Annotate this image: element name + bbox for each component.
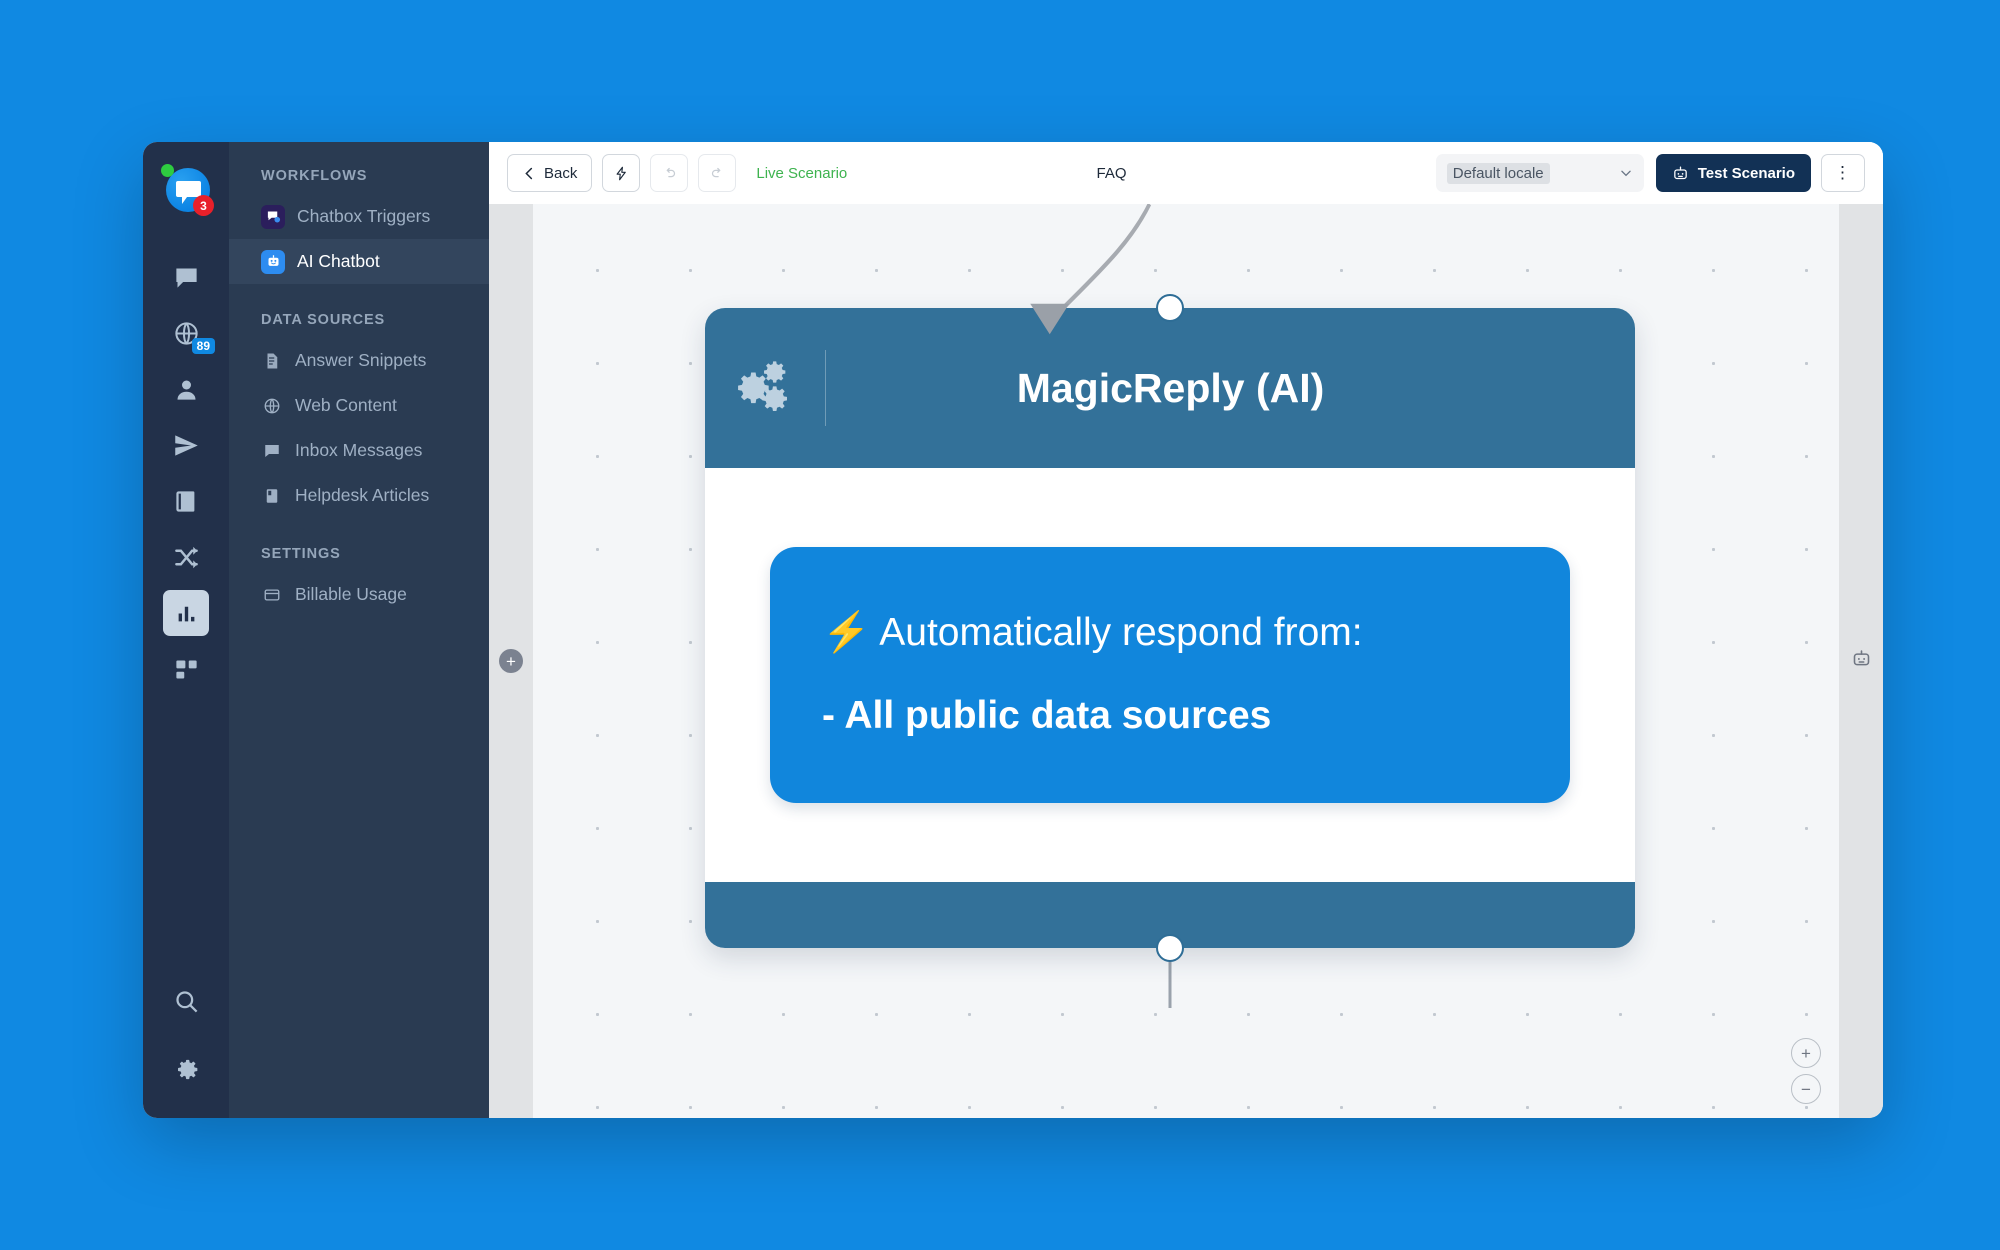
node-title: MagicReply (AI) [1016, 364, 1325, 411]
send-icon[interactable] [163, 422, 209, 468]
kebab-icon: ⋮ [1834, 163, 1852, 182]
message-bubble[interactable]: ⚡ Automatically respond from: - All publ… [770, 547, 1570, 803]
nav-section-workflows-title: WORKFLOWS [261, 168, 368, 184]
toolbar-center: FAQ [847, 165, 1435, 182]
status-badge: Live Scenario [756, 164, 848, 182]
zoom-in-button[interactable]: + [1791, 1038, 1821, 1068]
search-icon[interactable] [163, 978, 209, 1024]
book-icon[interactable] [163, 478, 209, 524]
chevron-left-icon [525, 167, 533, 179]
shuffle-icon[interactable] [163, 534, 209, 580]
bar-chart-icon[interactable] [163, 590, 209, 636]
nav-panel: WORKFLOWS Chatbox Triggers AI Chatbot DA… [229, 142, 489, 1118]
robot-icon [1673, 165, 1687, 179]
online-status-dot [161, 164, 174, 177]
plus-glyph: + [499, 649, 523, 673]
nav-section-settings-title: SETTINGS [261, 546, 341, 562]
locale-select[interactable]: Default locale [1435, 154, 1644, 192]
undo-button[interactable] [650, 154, 689, 192]
redo-button[interactable] [698, 154, 737, 192]
chatbox-triggers-icon [261, 204, 285, 229]
gears-icon [705, 357, 825, 419]
sidebar-item-ai-chatbot[interactable]: AI Chatbot [229, 239, 489, 284]
document-icon [261, 350, 283, 372]
canvas-wrap: + MagicReply (AI) ⚡ Automatically respon… [489, 204, 1883, 1118]
node-input-port[interactable] [1156, 294, 1184, 322]
workflow-node-magicreply[interactable]: MagicReply (AI) ⚡ Automatically respond … [705, 308, 1635, 948]
nav-section-data-sources-title: DATA SOURCES [261, 312, 386, 328]
main-area: Back Live Scenario FAQ Default locale Te… [489, 142, 1883, 1118]
app-window: 3 89 WORKFLOWS Chatbox Triggers AI Chatb… [143, 142, 1883, 1118]
robot-icon [1851, 648, 1872, 674]
lightning-button[interactable] [602, 154, 641, 192]
ai-chatbot-icon [261, 249, 285, 274]
locale-select-value: Default locale [1446, 162, 1550, 184]
chat-icon[interactable] [163, 254, 209, 300]
notification-badge: 3 [193, 195, 214, 216]
sidebar-item-label: AI Chatbot [297, 251, 380, 271]
sidebar-item-label: Helpdesk Articles [295, 485, 430, 505]
apps-grid-icon[interactable] [163, 646, 209, 692]
redo-icon [711, 167, 721, 177]
sidebar-item-answer-snippets[interactable]: Answer Snippets [229, 338, 489, 383]
chevron-down-icon [1621, 170, 1631, 177]
back-button[interactable]: Back [507, 154, 593, 192]
undo-icon [666, 167, 675, 177]
bot-panel[interactable] [1839, 204, 1883, 1118]
sidebar-item-billable-usage[interactable]: Billable Usage [229, 572, 489, 617]
test-scenario-label: Test Scenario [1697, 164, 1795, 182]
sidebar-item-inbox-messages[interactable]: Inbox Messages [229, 428, 489, 473]
lightning-icon [616, 166, 626, 180]
workflow-canvas[interactable]: MagicReply (AI) ⚡ Automatically respond … [533, 204, 1839, 1118]
node-header: MagicReply (AI) [705, 308, 1635, 468]
globe-icon [261, 395, 283, 417]
add-node-icon: + [499, 649, 523, 673]
icon-rail: 3 89 [143, 142, 229, 1118]
node-body: ⚡ Automatically respond from: - All publ… [705, 468, 1635, 882]
more-options-button[interactable]: ⋮ [1821, 154, 1865, 192]
app-logo[interactable]: 3 [161, 164, 214, 216]
toolbar: Back Live Scenario FAQ Default locale Te… [489, 142, 1883, 204]
sidebar-item-label: Billable Usage [295, 584, 407, 604]
sidebar-item-helpdesk-articles[interactable]: Helpdesk Articles [229, 473, 489, 518]
sidebar-item-label: Web Content [295, 395, 397, 415]
zoom-controls: + − [1791, 1038, 1821, 1104]
faq-link[interactable]: FAQ [1096, 165, 1126, 182]
sidebar-item-chatbox-triggers[interactable]: Chatbox Triggers [229, 194, 489, 239]
card-icon [261, 584, 283, 606]
globe-badge: 89 [191, 338, 215, 354]
message-icon [261, 440, 283, 462]
add-node-panel[interactable]: + [489, 204, 533, 1118]
sidebar-item-label: Chatbox Triggers [297, 206, 431, 226]
back-button-label: Back [544, 164, 578, 182]
sidebar-item-web-content[interactable]: Web Content [229, 383, 489, 428]
node-output-port[interactable] [1156, 934, 1184, 962]
gear-icon[interactable] [163, 1046, 209, 1092]
test-scenario-button[interactable]: Test Scenario [1655, 154, 1811, 192]
sidebar-item-label: Answer Snippets [295, 350, 427, 370]
globe-icon[interactable]: 89 [163, 310, 215, 356]
zoom-out-button[interactable]: − [1791, 1074, 1821, 1104]
logo-chat-bubble [176, 181, 201, 204]
message-line-1: ⚡ Automatically respond from: [822, 611, 1363, 655]
sidebar-item-label: Inbox Messages [295, 440, 423, 460]
contacts-icon[interactable] [163, 366, 209, 412]
article-icon [261, 485, 283, 507]
message-line-2: - All public data sources [822, 694, 1272, 737]
